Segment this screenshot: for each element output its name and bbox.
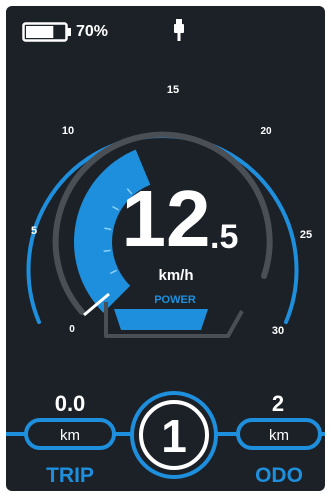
trip-label: TRIP <box>46 464 94 487</box>
odo-label: ODO <box>255 464 303 487</box>
assist-level: 1 <box>161 410 187 462</box>
ebike-display-screen: 70% 0 5 10 15 20 25 30 12 .5 km/h POWER … <box>6 6 325 491</box>
trip-value: 0.0 <box>55 391 86 416</box>
odo-unit: km <box>269 427 289 444</box>
trip-unit: km <box>60 427 80 444</box>
bottom-info-panel: 0.0 km TRIP 2 km ODO 1 <box>6 391 325 487</box>
odo-value: 2 <box>272 391 284 416</box>
